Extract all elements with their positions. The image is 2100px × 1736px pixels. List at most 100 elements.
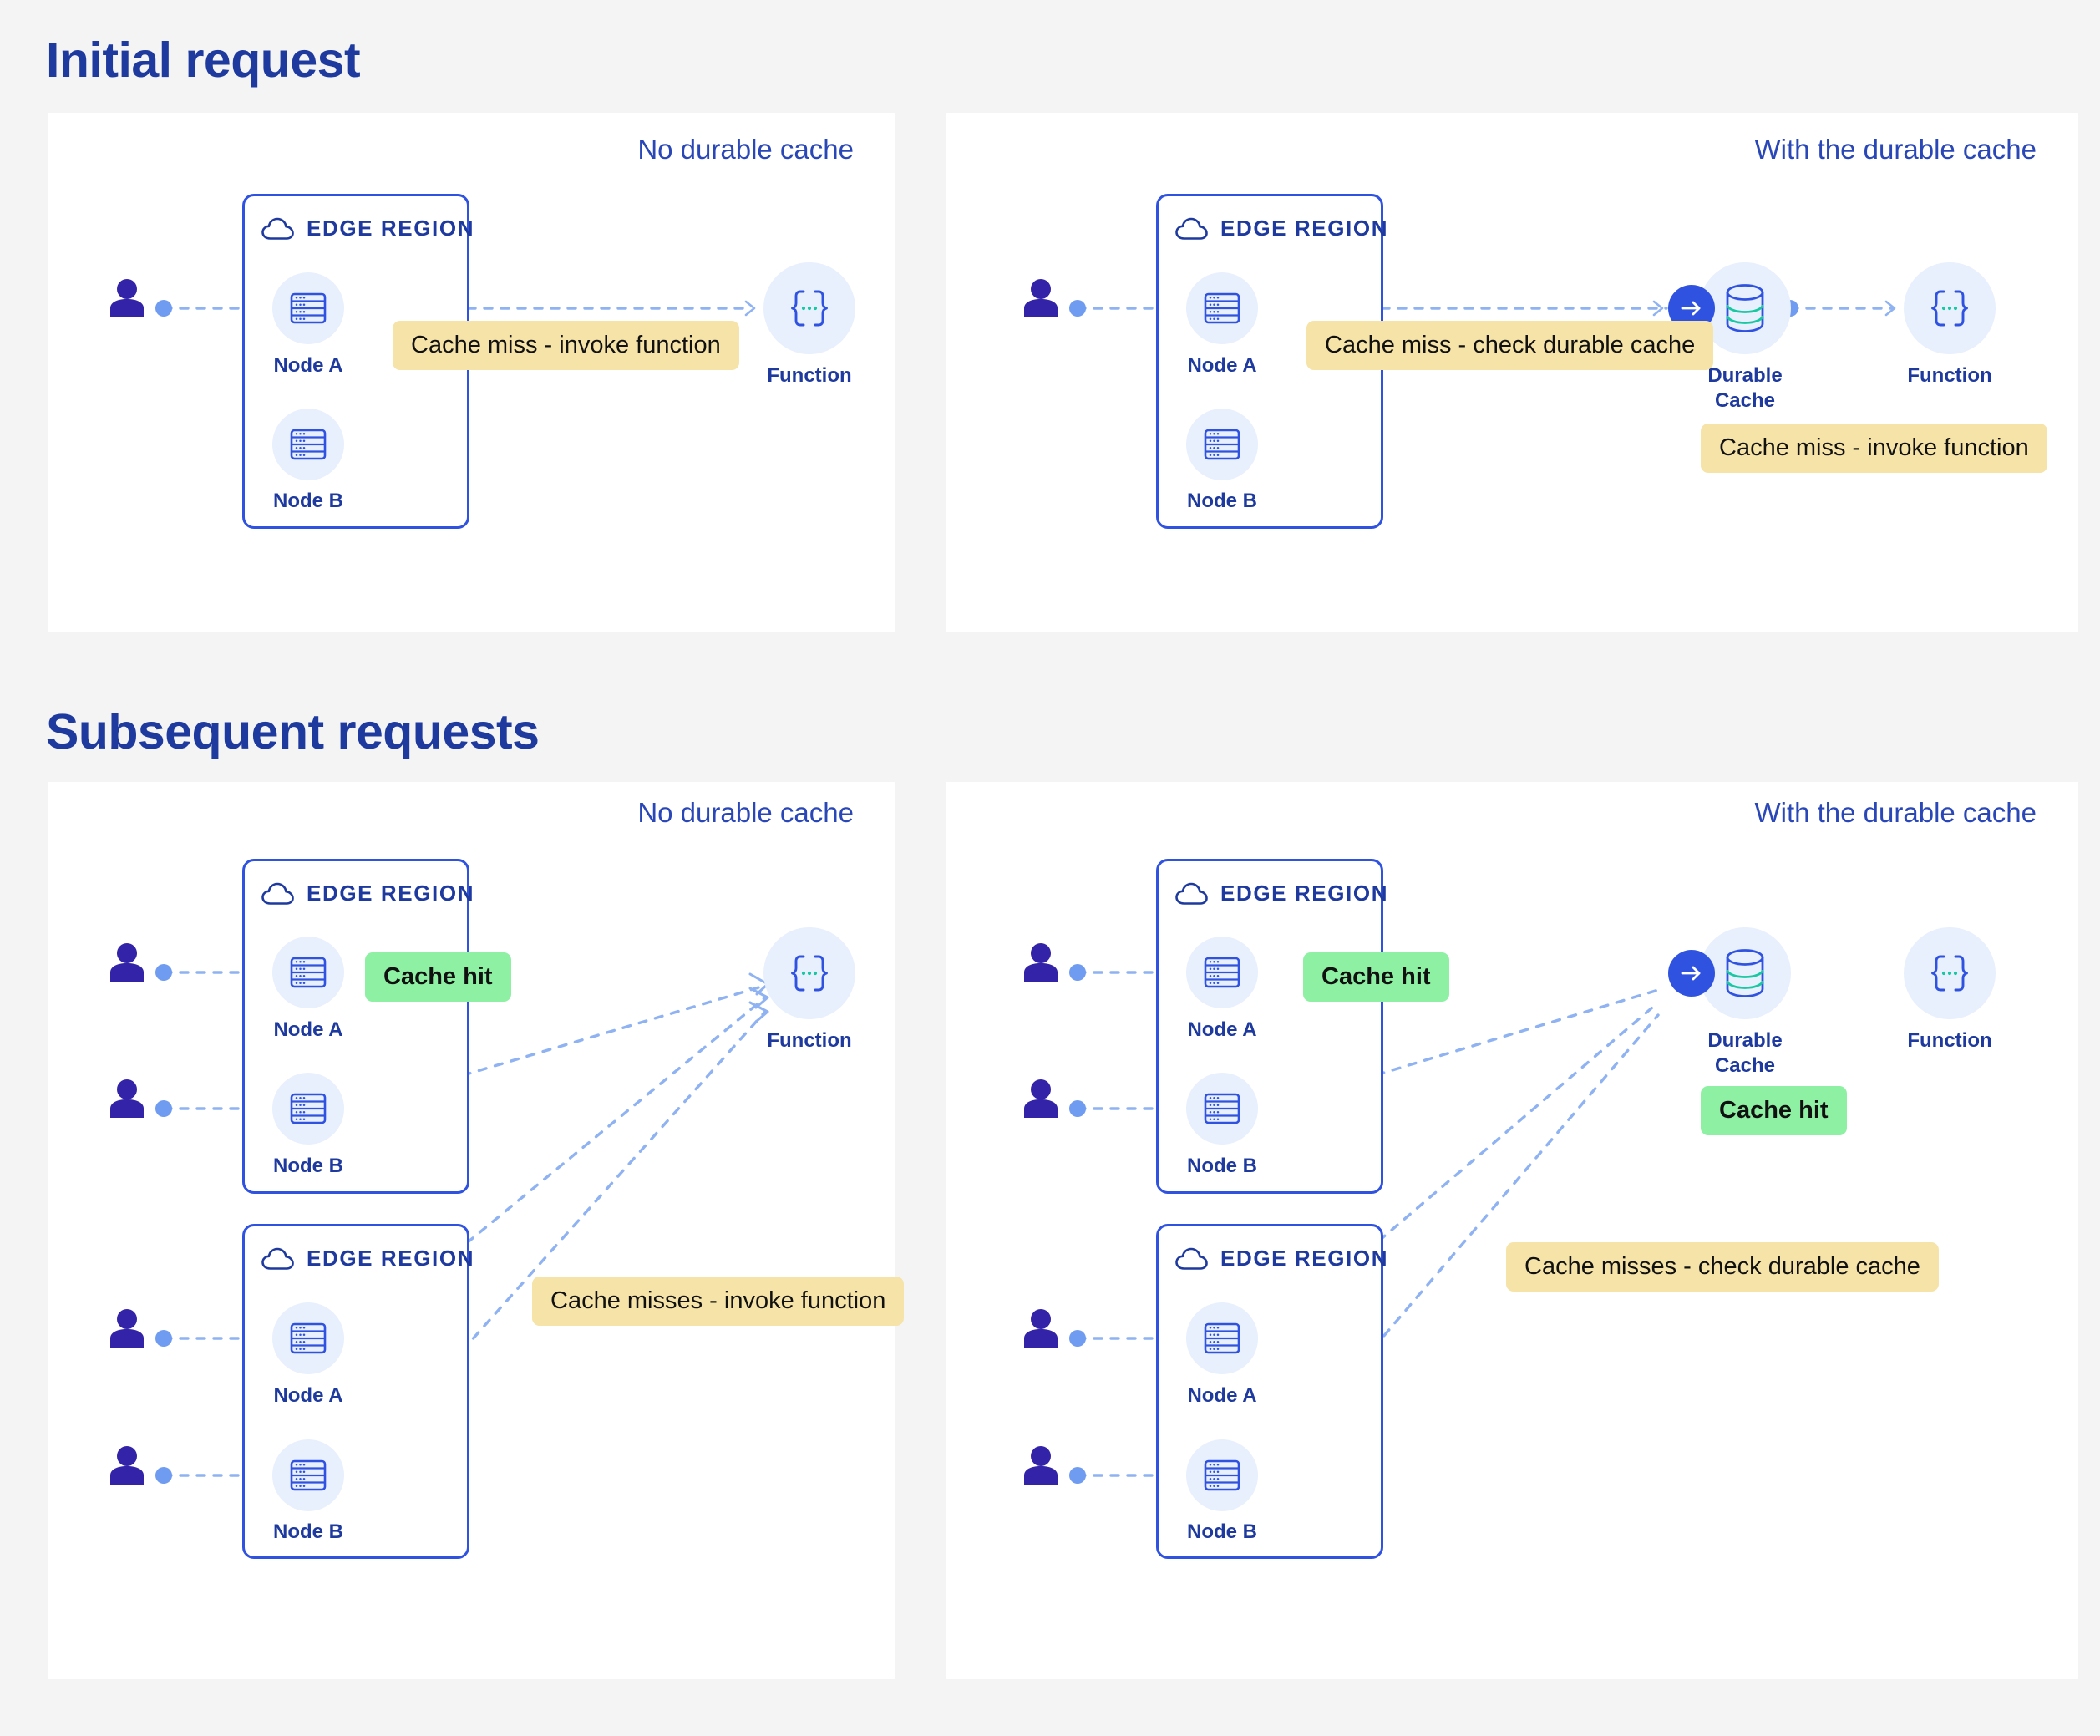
panel-bottom-left [48,782,895,1679]
node-circle-b[interactable] [1186,409,1258,480]
user-icon [110,1079,144,1118]
arrow-right-icon [1681,301,1701,316]
node-label-a: Node A [273,1018,343,1041]
user-icon [1024,279,1058,317]
braces-function-icon [791,955,828,992]
node-circle-a[interactable] [272,937,344,1008]
edge-region-header: EDGE REGION [1175,216,1388,241]
edge-region-label: EDGE REGION [307,216,475,241]
cloud-icon [1175,882,1208,905]
node-circle-b[interactable] [1186,1439,1258,1511]
durable-cache-label-line2: Cache [1714,389,1776,412]
server-icon [1204,1322,1240,1354]
user-icon [1024,1446,1058,1485]
server-icon [1204,292,1240,324]
durable-cache-label-line1: Durable [1707,1029,1783,1052]
badge-cache-miss-invoke: Cache miss - invoke function [393,321,739,370]
badge-cache-hit: Cache hit [365,952,511,1002]
node-label-b: Node B [273,1155,343,1177]
node-label-a: Node A [1187,354,1257,377]
section-title-initial-request: Initial request [46,33,361,88]
server-icon [1204,1459,1240,1491]
server-icon [1204,1093,1240,1124]
edge-region-label: EDGE REGION [307,1246,475,1271]
edge-region-label: EDGE REGION [1220,881,1389,906]
badge-cache-miss-invoke: Cache miss - invoke function [1701,424,2047,473]
user-icon [110,943,144,982]
braces-function-icon [791,290,828,327]
edge-region-header: EDGE REGION [261,216,474,241]
section-title-subsequent-requests: Subsequent requests [46,704,540,759]
node-label-a: Node A [273,354,343,377]
function-label: Function [767,364,852,387]
cloud-icon [1175,217,1208,240]
caption-top-left: No durable cache [637,134,854,165]
braces-function-icon [1931,955,1968,992]
node-circle-a[interactable] [272,272,344,344]
function-label: Function [1907,1029,1992,1052]
edge-region-header: EDGE REGION [261,1246,474,1272]
node-label-b: Node B [273,490,343,512]
caption-bottom-right: With the durable cache [1754,797,2037,828]
caption-bottom-left: No durable cache [637,797,854,828]
function-label: Function [767,1029,852,1052]
node-circle-a[interactable] [1186,1302,1258,1374]
badge-cache-misses-invoke: Cache misses - invoke function [532,1277,905,1326]
user-icon [110,279,144,317]
node-label-a: Node A [273,1384,343,1407]
node-circle-b[interactable] [272,1439,344,1511]
arrow-right-badge[interactable] [1668,950,1715,997]
node-label-b: Node B [273,1520,343,1543]
panel-bottom-right [946,782,2078,1679]
badge-cache-misses-check-durable: Cache misses - check durable cache [1506,1242,1939,1292]
server-icon [290,1322,327,1354]
braces-function-icon [1931,290,1968,327]
durable-cache-label-line2: Cache [1714,1054,1776,1077]
node-circle-a[interactable] [1186,937,1258,1008]
function-circle[interactable] [1904,927,1996,1019]
user-icon [110,1309,144,1348]
edge-region-header: EDGE REGION [1175,881,1388,906]
edge-region-label: EDGE REGION [1220,216,1389,241]
user-icon [1024,943,1058,982]
server-icon [290,957,327,988]
server-icon [290,429,327,460]
server-icon [290,292,327,324]
node-label-b: Node B [1187,1155,1257,1177]
edge-region-label: EDGE REGION [1220,1246,1389,1271]
badge-cache-hit-node: Cache hit [1303,952,1449,1002]
node-circle-a[interactable] [272,1302,344,1374]
function-circle[interactable] [1904,262,1996,354]
edge-region-label: EDGE REGION [307,881,475,906]
edge-region-header: EDGE REGION [1175,1246,1388,1272]
function-circle[interactable] [763,927,855,1019]
node-label-b: Node B [1187,490,1257,512]
badge-cache-hit-durable: Cache hit [1701,1086,1847,1135]
caption-top-right: With the durable cache [1754,134,2037,165]
cloud-icon [1175,1247,1208,1270]
user-icon [110,1446,144,1485]
arrow-right-icon [1681,966,1701,981]
node-circle-b[interactable] [272,409,344,480]
server-icon [290,1093,327,1124]
function-circle[interactable] [763,262,855,354]
user-icon [1024,1309,1058,1348]
diagram-root: Initial request Subsequent requests No d… [0,0,2100,1736]
server-icon [1204,957,1240,988]
node-circle-b[interactable] [272,1073,344,1145]
server-icon [290,1459,327,1491]
function-label: Function [1907,364,1992,387]
badge-cache-miss-check-durable: Cache miss - check durable cache [1306,321,1714,370]
user-icon [1024,1079,1058,1118]
server-icon [1204,429,1240,460]
database-icon [1726,949,1764,997]
node-label-a: Node A [1187,1018,1257,1041]
edge-region-header: EDGE REGION [261,881,474,906]
node-label-b: Node B [1187,1520,1257,1543]
node-circle-a[interactable] [1186,272,1258,344]
cloud-icon [261,217,294,240]
cloud-icon [261,1247,294,1270]
node-label-a: Node A [1187,1384,1257,1407]
cloud-icon [261,882,294,905]
node-circle-b[interactable] [1186,1073,1258,1145]
